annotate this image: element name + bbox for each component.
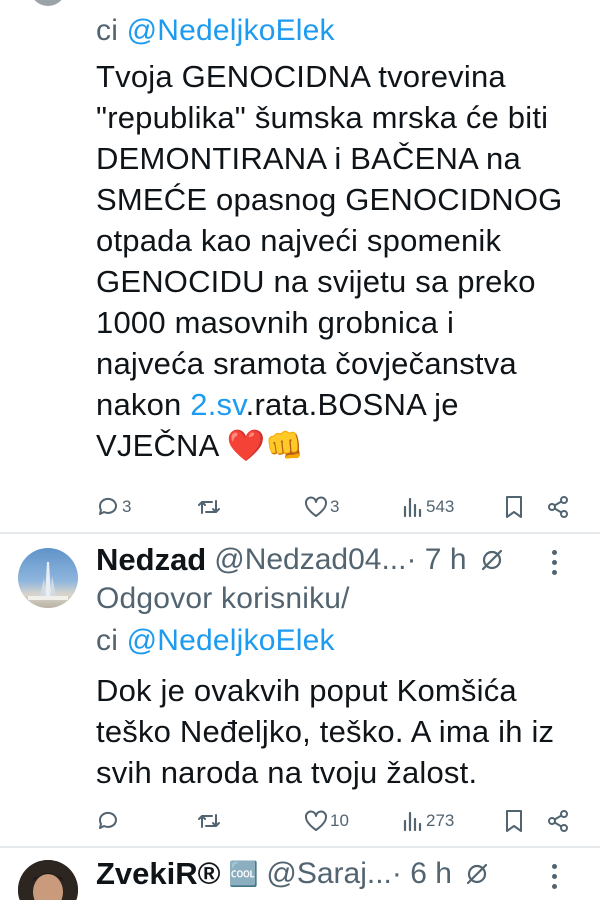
like-count: 3 bbox=[330, 497, 340, 516]
tweet-header: ZvekiR® 🆒 @Saraj... · 6 h bbox=[96, 854, 582, 894]
tweet-2[interactable]: Nedzad @Nedzad04... · 7 h Odgovor korisn… bbox=[0, 534, 600, 846]
text-line: otpada kao najveći spomenik bbox=[96, 223, 502, 258]
bookmark-button[interactable] bbox=[504, 806, 524, 836]
tweet-text: Tvoja GENOCIDNA tvorevina "republika" šu… bbox=[96, 56, 576, 466]
display-name[interactable]: Nedzad bbox=[96, 542, 206, 578]
more-icon[interactable] bbox=[552, 864, 558, 889]
reply-count: 3 bbox=[122, 497, 132, 516]
retweet-icon bbox=[198, 500, 220, 514]
like-button[interactable]: 3 bbox=[304, 492, 339, 522]
bookmark-button[interactable] bbox=[504, 492, 524, 522]
display-name[interactable]: ZvekiR® bbox=[96, 856, 221, 892]
reply-button[interactable]: 3 bbox=[96, 492, 131, 522]
text-line: VJEČNA ❤️👊 bbox=[96, 428, 305, 463]
bookmark-icon bbox=[506, 810, 522, 832]
reply-to-line: ci @NedeljkoElek bbox=[96, 624, 335, 657]
action-bar: 3 3 543 bbox=[96, 492, 582, 522]
retweet-button[interactable] bbox=[196, 806, 222, 836]
views-icon bbox=[403, 811, 422, 832]
text-link[interactable]: 2.sv bbox=[190, 387, 245, 422]
views-icon bbox=[403, 497, 422, 518]
tweet-text: Dok je ovakvih poput Komšića teško Neđel… bbox=[96, 670, 576, 793]
handle[interactable]: @Nedzad04... bbox=[214, 543, 406, 577]
mention-link[interactable]: @NedeljkoElek bbox=[127, 624, 335, 657]
grok-icon[interactable] bbox=[479, 547, 505, 573]
reply-to-label: Odgovor korisniku/ bbox=[96, 582, 350, 615]
text-line: svih naroda na tvoju žalost. bbox=[96, 755, 478, 790]
reply-icon bbox=[98, 811, 117, 829]
text-line: DEMONTIRANA i BAČENA na bbox=[96, 141, 521, 176]
share-button[interactable] bbox=[546, 806, 570, 836]
action-bar: 10 273 bbox=[96, 806, 582, 836]
timestamp[interactable]: · 6 h bbox=[392, 857, 452, 891]
handle[interactable]: @Saraj... bbox=[266, 857, 392, 891]
like-button[interactable]: 10 bbox=[304, 806, 349, 836]
text-line: GENOCIDU na svijetu sa preko bbox=[96, 264, 536, 299]
like-icon bbox=[305, 810, 327, 831]
timestamp[interactable]: · 7 h bbox=[406, 543, 466, 577]
reply-to-line: ci @NedeljkoElek bbox=[96, 14, 335, 47]
views-button[interactable]: 273 bbox=[402, 806, 454, 836]
share-button[interactable] bbox=[546, 492, 570, 522]
clipped-avatar bbox=[30, 0, 66, 6]
more-icon[interactable] bbox=[552, 550, 558, 575]
share-icon bbox=[548, 810, 568, 832]
tweet-header: Nedzad @Nedzad04... · 7 h bbox=[96, 540, 582, 580]
person-image bbox=[18, 860, 78, 900]
text-line: Tvoja GENOCIDNA tvorevina bbox=[96, 59, 506, 94]
avatar[interactable] bbox=[18, 548, 78, 608]
text-line: Dok je ovakvih poput Komšića bbox=[96, 673, 517, 708]
grok-icon[interactable] bbox=[464, 861, 490, 887]
views-count: 273 bbox=[426, 811, 455, 830]
tweet-3[interactable]: ZvekiR® 🆒 @Saraj... · 6 h bbox=[0, 848, 600, 900]
text-line: SMEĆE opasnog GENOCIDNOG bbox=[96, 182, 563, 217]
text-line: "republika" šumska mrska će biti bbox=[96, 100, 549, 135]
views-count: 543 bbox=[426, 497, 455, 516]
tweet-1[interactable]: ci @NedeljkoElek Tvoja GENOCIDNA tvorevi… bbox=[0, 0, 600, 532]
text-line: nakon 2.sv.rata.BOSNA je bbox=[96, 387, 459, 422]
share-icon bbox=[548, 496, 568, 518]
avatar[interactable] bbox=[18, 860, 78, 900]
text-line: teško Neđeljko, teško. A ima ih iz bbox=[96, 714, 555, 749]
bookmark-icon bbox=[506, 496, 522, 518]
retweet-button[interactable] bbox=[196, 492, 222, 522]
mention-link[interactable]: @NedeljkoElek bbox=[127, 14, 335, 47]
reply-button[interactable] bbox=[96, 806, 120, 836]
monument-image bbox=[28, 562, 68, 600]
views-button[interactable]: 543 bbox=[402, 492, 454, 522]
like-count: 10 bbox=[330, 811, 349, 830]
retweet-icon bbox=[198, 814, 220, 828]
text-line: najveća sramota čovječanstva bbox=[96, 346, 517, 381]
cool-badge: 🆒 bbox=[228, 860, 259, 888]
reply-icon bbox=[98, 497, 117, 515]
like-icon bbox=[305, 496, 327, 517]
text-line: 1000 masovnih grobnica i bbox=[96, 305, 455, 340]
